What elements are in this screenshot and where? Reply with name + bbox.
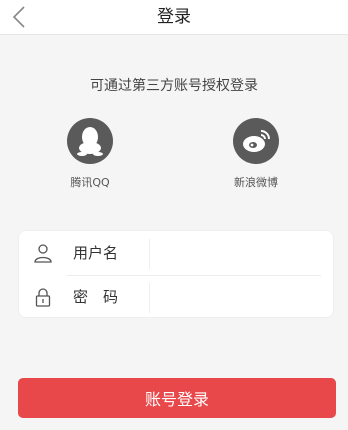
qq-icon: [67, 118, 113, 164]
account-login-button[interactable]: 账号登录: [18, 378, 336, 418]
weibo-icon: [233, 118, 279, 164]
username-row: 用户名: [19, 231, 333, 275]
weibo-login-label: 新浪微博: [234, 176, 278, 189]
user-icon: [34, 244, 52, 263]
weibo-login-option[interactable]: 新浪微博: [216, 118, 296, 190]
password-label: 密 码: [73, 288, 119, 306]
qq-login-label: 腾讯QQ: [70, 176, 110, 189]
qq-login-option[interactable]: 腾讯QQ: [50, 118, 130, 190]
lock-icon: [35, 288, 51, 307]
login-form: 用户名 密 码: [18, 230, 334, 318]
password-input[interactable]: [149, 283, 321, 313]
username-label: 用户名: [73, 244, 119, 262]
page-title: 登录: [157, 7, 191, 27]
third-party-title: 可通过第三方账号授权登录: [90, 78, 258, 94]
username-input[interactable]: [149, 239, 321, 269]
header-bar: 登录: [0, 0, 348, 35]
password-row: 密 码: [19, 275, 333, 319]
